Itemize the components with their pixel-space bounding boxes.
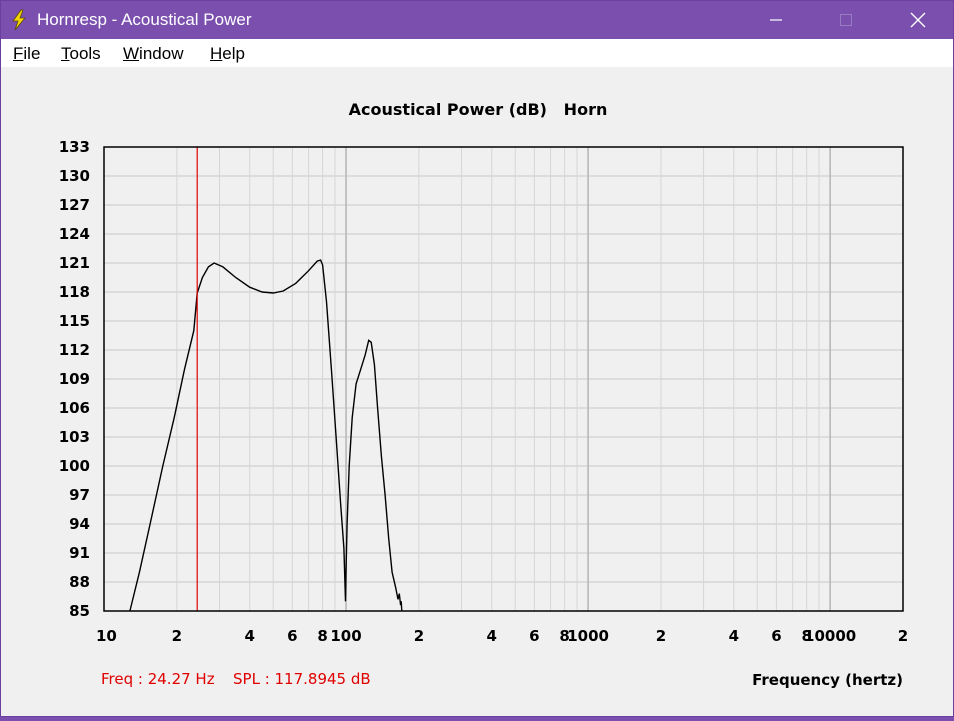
spl-readout: SPL : 117.8945 dB <box>233 670 371 688</box>
x-tick-label: 4 <box>487 627 497 645</box>
x-tick-label: 6 <box>529 627 539 645</box>
menu-window-label: indow <box>139 44 184 63</box>
chart-title: Acoustical Power (dB) Horn <box>349 100 608 119</box>
y-tick-label: 100 <box>59 457 90 475</box>
y-tick-label: 91 <box>69 544 90 562</box>
maximize-button[interactable] <box>823 1 869 39</box>
y-tick-label: 112 <box>59 341 90 359</box>
x-tick-label: 2 <box>656 627 666 645</box>
minimize-button[interactable] <box>753 1 799 39</box>
app-window: Hornresp - Acoustical Power File Tools W… <box>0 0 954 717</box>
y-tick-label: 88 <box>69 573 90 591</box>
lightning-icon <box>12 9 26 31</box>
y-tick-label: 130 <box>59 167 90 185</box>
menu-help-accel: H <box>210 44 223 63</box>
freq-readout: Freq : 24.27 Hz <box>101 670 215 688</box>
y-tick-label: 115 <box>59 312 90 330</box>
menu-help[interactable]: Help <box>210 44 245 64</box>
menu-tools[interactable]: Tools <box>61 44 101 64</box>
x-tick-label: 6 <box>771 627 781 645</box>
y-tick-label: 97 <box>69 486 90 504</box>
x-tick-label: 10 <box>96 627 117 645</box>
close-icon <box>910 12 926 28</box>
y-tick-label: 127 <box>59 196 90 214</box>
chart-area: Acoustical Power (dB) Horn 133 130 127 124 1… <box>1 67 953 716</box>
x-tick-label: 4 <box>729 627 739 645</box>
menu-help-label: elp <box>222 44 245 63</box>
minimize-icon <box>770 19 782 21</box>
x-tick-label: 10000 <box>804 627 856 645</box>
acoustical-power-chart[interactable]: Acoustical Power (dB) Horn 133 130 127 124 1… <box>1 67 953 716</box>
x-tick-label: 8 <box>317 627 327 645</box>
menu-bar: File Tools Window Help <box>1 39 953 67</box>
y-tick-label: 109 <box>59 370 90 388</box>
x-tick-label: 2 <box>898 627 908 645</box>
x-tick-label: 4 <box>245 627 255 645</box>
close-button[interactable] <box>895 1 941 39</box>
y-tick-label: 106 <box>59 399 90 417</box>
y-tick-label: 118 <box>59 283 90 301</box>
window-title: Hornresp - Acoustical Power <box>37 10 252 29</box>
menu-window-accel: W <box>123 44 140 63</box>
menu-file-accel: F <box>13 44 24 63</box>
y-tick-label: 85 <box>69 602 90 620</box>
y-tick-label: 133 <box>59 138 90 156</box>
y-tick-label: 124 <box>59 225 90 243</box>
menu-tools-label: ools <box>69 44 101 63</box>
y-tick-label: 121 <box>59 254 90 272</box>
x-tick-label: 100 <box>330 627 361 645</box>
y-tick-label: 103 <box>59 428 90 446</box>
menu-file[interactable]: File <box>13 44 40 64</box>
x-tick-label: 2 <box>172 627 182 645</box>
title-bar[interactable]: Hornresp - Acoustical Power <box>1 1 953 39</box>
menu-window[interactable]: Window <box>123 44 183 64</box>
x-axis-label: Frequency (hertz) <box>752 671 903 689</box>
menu-file-label: ile <box>23 44 41 63</box>
menu-tools-accel: T <box>61 44 70 63</box>
y-tick-label: 94 <box>69 515 90 533</box>
x-tick-label: 2 <box>414 627 424 645</box>
power-curve <box>129 259 403 612</box>
x-tick-label: 6 <box>287 627 297 645</box>
x-tick-label: 1000 <box>567 627 609 645</box>
maximize-icon <box>840 14 852 26</box>
